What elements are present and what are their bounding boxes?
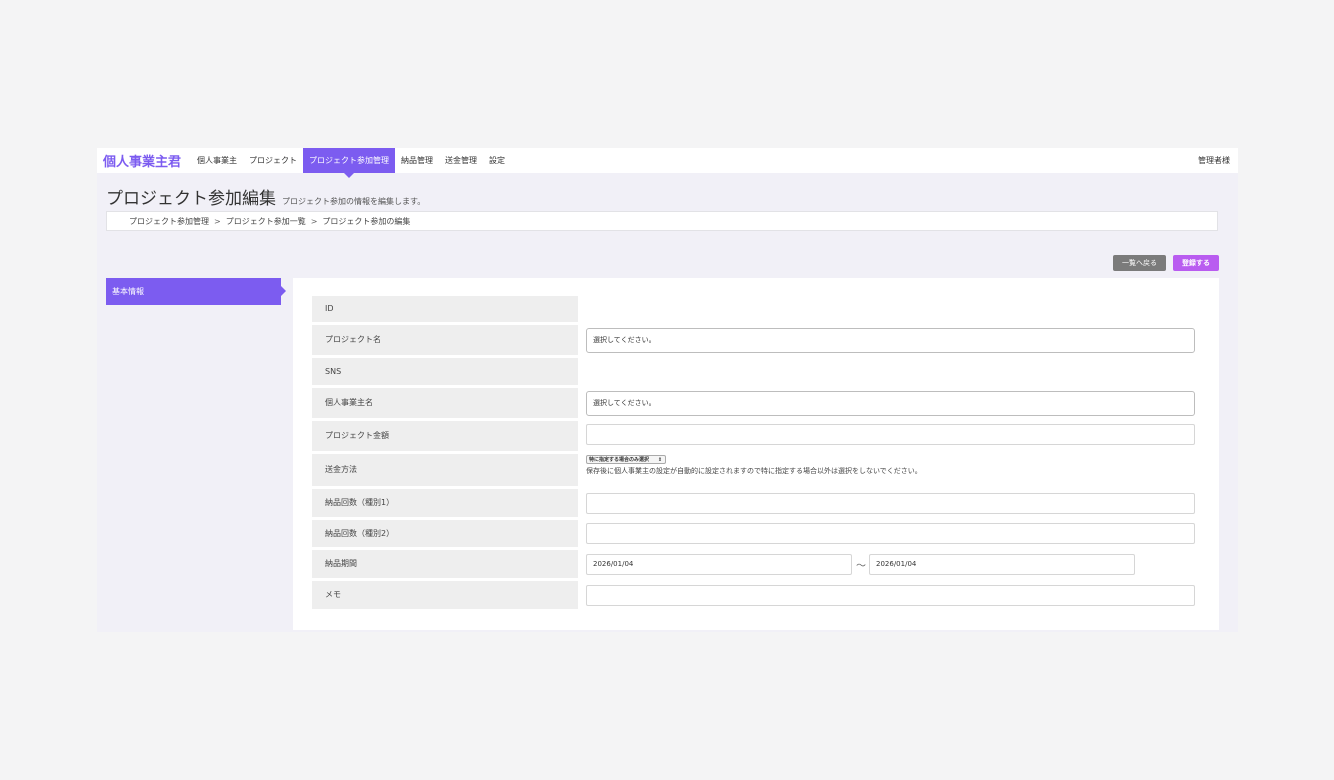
project-select[interactable]: 選択してください。 xyxy=(586,328,1195,353)
field-label: プロジェクト金額 xyxy=(312,421,578,451)
field-label: 納品回数（種別1） xyxy=(312,489,578,517)
field-label: 納品回数（種別2） xyxy=(312,520,578,547)
field-label: 個人事業主名 xyxy=(312,388,578,418)
breadcrumb-separator: > xyxy=(214,217,221,226)
remittance-method-note: 保存後に個人事業主の設定が自動的に設定されますので特に指定する場合以外は選択をし… xyxy=(586,467,922,475)
field-label: 送金方法 xyxy=(312,454,578,486)
sidebar-tab-basic-info[interactable]: 基本情報 xyxy=(106,278,286,305)
breadcrumb-item-list[interactable]: プロジェクト参加一覧 xyxy=(226,217,306,226)
memo-input[interactable] xyxy=(586,585,1195,606)
remittance-method-value: 特に指定する場合のみ選択 xyxy=(589,457,650,463)
breadcrumb-item-participation[interactable]: プロジェクト参加管理 xyxy=(129,217,209,226)
page-subtitle: プロジェクト参加の情報を編集します。 xyxy=(282,197,426,206)
field-label: SNS xyxy=(312,358,578,385)
form-panel: ID プロジェクト名 選択してください。 SNS 個人事業主名 選択してください… xyxy=(293,278,1219,630)
owner-select[interactable]: 選択してください。 xyxy=(586,391,1195,416)
back-to-list-button[interactable]: 一覧へ戻る xyxy=(1113,255,1166,271)
select-arrow-icon: ⇕ xyxy=(657,457,663,463)
field-label: ID xyxy=(312,296,578,322)
breadcrumb: プロジェクト参加管理 > プロジェクト参加一覧 > プロジェクト参加の編集 xyxy=(106,211,1218,231)
breadcrumb-item-current: プロジェクト参加の編集 xyxy=(322,217,411,226)
top-navigation: 個人事業主君 個人事業主 プロジェクト プロジェクト参加管理 納品管理 送金管理… xyxy=(97,148,1238,178)
delivery-count-type1-input[interactable] xyxy=(586,493,1195,514)
nav-item-settings[interactable]: 設定 xyxy=(483,148,511,173)
app-frame: 個人事業主君 個人事業主 プロジェクト プロジェクト参加管理 納品管理 送金管理… xyxy=(97,148,1238,632)
nav-item-projects[interactable]: プロジェクト xyxy=(243,148,303,173)
breadcrumb-separator: > xyxy=(310,217,318,226)
period-separator: 〜 xyxy=(856,561,866,572)
user-menu[interactable]: 管理者様 xyxy=(1198,155,1238,166)
register-button[interactable]: 登録する xyxy=(1173,255,1219,271)
delivery-count-type2-input[interactable] xyxy=(586,523,1195,544)
field-label: 納品期間 xyxy=(312,550,578,578)
nav-item-remittance[interactable]: 送金管理 xyxy=(439,148,483,173)
project-amount-input[interactable] xyxy=(586,424,1195,445)
field-label: メモ xyxy=(312,581,578,609)
remittance-method-select[interactable]: 特に指定する場合のみ選択 ⇕ xyxy=(586,455,667,464)
delivery-period-end-input[interactable]: 2026/01/04 xyxy=(869,554,1135,575)
brand-logo[interactable]: 個人事業主君 xyxy=(97,151,191,170)
nav-item-owners[interactable]: 個人事業主 xyxy=(191,148,243,173)
nav-item-project-participation[interactable]: プロジェクト参加管理 xyxy=(303,148,396,178)
field-label: プロジェクト名 xyxy=(312,325,578,355)
page-title: プロジェクト参加編集 プロジェクト参加の情報を編集します。 xyxy=(106,184,425,209)
delivery-period-start-input[interactable]: 2026/01/04 xyxy=(586,554,852,575)
page-title-text: プロジェクト参加編集 xyxy=(106,189,276,209)
nav-item-deliveries[interactable]: 納品管理 xyxy=(395,148,439,173)
